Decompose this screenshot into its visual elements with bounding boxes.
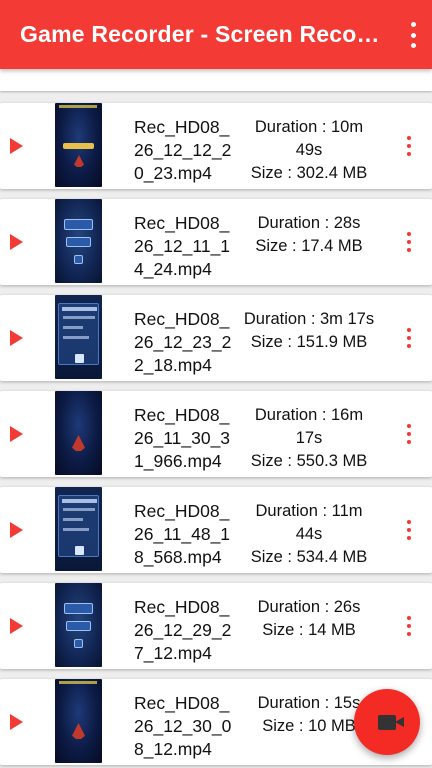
- recording-info: Duration : 28s Size : 17.4 MB: [240, 212, 378, 258]
- play-icon[interactable]: [10, 138, 23, 154]
- file-name: Rec_HD08_26_12_30_08_12.mp4: [134, 693, 232, 759]
- duration-text: Duration : 10m 49s: [254, 118, 364, 159]
- file-name: Rec_HD08_26_12_12_20_23.mp4: [134, 117, 232, 183]
- size-text: Size : 550.3 MB: [250, 452, 368, 470]
- video-thumbnail[interactable]: [55, 679, 102, 763]
- size-text: Size : 151.9 MB: [250, 333, 368, 351]
- recording-card[interactable]: Rec_HD08_26_11_48_18_568.mp4 Duration : …: [0, 487, 432, 573]
- video-thumbnail[interactable]: [55, 583, 102, 667]
- video-thumbnail[interactable]: [55, 199, 102, 283]
- duration-text: Duration : 28s: [257, 214, 361, 232]
- recording-info: Duration : 10m 49s Size : 302.4 MB: [240, 116, 378, 185]
- recording-info: Duration : 11m 44s Size : 534.4 MB: [240, 500, 378, 569]
- file-name: Rec_HD08_26_12_23_22_18.mp4: [134, 309, 232, 375]
- videocam-icon: [378, 714, 404, 730]
- duration-text: Duration : 3m 17s: [243, 310, 375, 328]
- more-vert-icon[interactable]: [406, 616, 412, 636]
- more-vert-icon[interactable]: [406, 136, 412, 156]
- more-vert-icon[interactable]: [408, 22, 418, 48]
- file-name: Rec_HD08_26_11_30_31_966.mp4: [134, 405, 231, 471]
- recording-card[interactable]: Rec_HD08_26_11_30_31_966.mp4 Duration : …: [0, 391, 432, 477]
- recordings-list[interactable]: Rec_HD08_26_12_12_20_23.mp4 Duration : 1…: [0, 69, 432, 768]
- duration-text: Duration : 16m 17s: [254, 406, 364, 447]
- recording-info: Duration : 26s Size : 14 MB: [240, 596, 378, 642]
- play-icon[interactable]: [10, 714, 23, 730]
- more-vert-icon[interactable]: [406, 424, 412, 444]
- size-text: Size : 17.4 MB: [255, 237, 363, 255]
- more-vert-icon[interactable]: [406, 232, 412, 252]
- recording-card[interactable]: Rec_HD08_26_12_12_20_23.mp4 Duration : 1…: [0, 103, 432, 189]
- recording-info: Duration : 3m 17s Size : 151.9 MB: [240, 308, 378, 354]
- size-text: Size : 302.4 MB: [250, 164, 368, 182]
- play-icon[interactable]: [10, 330, 23, 346]
- video-thumbnail[interactable]: [55, 295, 102, 379]
- video-thumbnail[interactable]: [55, 103, 102, 187]
- play-icon[interactable]: [10, 522, 23, 538]
- recording-info: Duration : 16m 17s Size : 550.3 MB: [240, 404, 378, 473]
- record-button[interactable]: [354, 689, 420, 755]
- play-icon[interactable]: [10, 618, 23, 634]
- duration-text: Duration : 26s: [257, 598, 361, 616]
- play-icon[interactable]: [10, 234, 23, 250]
- duration-text: Duration : 11m 44s: [255, 502, 363, 543]
- file-name: Rec_HD08_26_12_11_14_24.mp4: [134, 213, 231, 279]
- play-icon[interactable]: [10, 426, 23, 442]
- recording-card[interactable]: Rec_HD08_26_12_29_27_12.mp4 Duration : 2…: [0, 583, 432, 669]
- file-name: Rec_HD08_26_11_48_18_568.mp4: [134, 501, 231, 567]
- video-thumbnail[interactable]: [55, 391, 102, 475]
- more-vert-icon[interactable]: [406, 328, 412, 348]
- recording-card[interactable]: Rec_HD08_26_12_23_22_18.mp4 Duration : 3…: [0, 295, 432, 381]
- list-item-partial: [0, 69, 432, 91]
- video-thumbnail[interactable]: [55, 487, 102, 571]
- app-title: Game Recorder - Screen Recorder: [20, 21, 380, 47]
- recording-card[interactable]: Rec_HD08_26_12_11_14_24.mp4 Duration : 2…: [0, 199, 432, 285]
- more-vert-icon[interactable]: [406, 520, 412, 540]
- size-text: Size : 14 MB: [262, 621, 356, 639]
- app-bar: Game Recorder - Screen Recorder: [0, 0, 432, 69]
- size-text: Size : 534.4 MB: [250, 548, 368, 566]
- file-name: Rec_HD08_26_12_29_27_12.mp4: [134, 597, 232, 663]
